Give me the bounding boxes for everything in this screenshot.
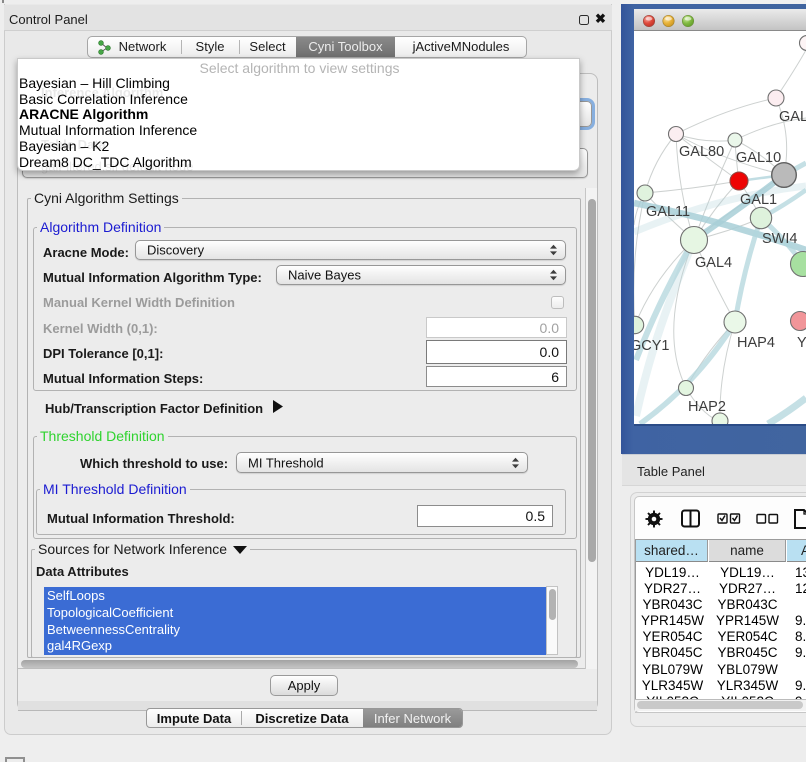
svg-text:SWI4: SWI4 [762, 231, 797, 247]
svg-text:GAL80: GAL80 [679, 144, 724, 160]
svg-text:GAL1: GAL1 [740, 192, 777, 208]
svg-text:GCY1: GCY1 [634, 338, 670, 354]
svg-text:GAL10: GAL10 [736, 150, 781, 166]
svg-text:HAP4: HAP4 [737, 335, 775, 351]
svg-text:HAP2: HAP2 [688, 399, 726, 415]
svg-text:GAL11: GAL11 [646, 204, 690, 220]
svg-text:GAL4: GAL4 [695, 255, 732, 271]
svg-text:Y: Y [797, 335, 806, 351]
svg-text:GAL: GAL [779, 109, 806, 125]
